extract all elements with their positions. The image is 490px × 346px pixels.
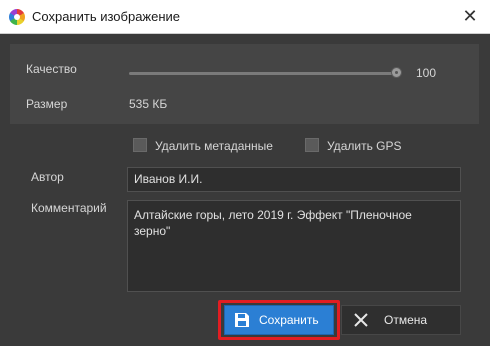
save-button[interactable]: Сохранить	[224, 305, 334, 335]
cancel-button-label: Отмена	[384, 313, 428, 327]
quality-slider-track[interactable]	[129, 72, 399, 75]
color-wheel-icon	[9, 8, 25, 25]
floppy-disk-icon	[233, 311, 251, 329]
author-field[interactable]: Иванов И.И.	[127, 167, 461, 192]
remove-metadata-label[interactable]: Удалить метаданные	[155, 139, 273, 153]
quality-slider-thumb[interactable]	[391, 67, 402, 78]
close-icon[interactable]: ✕	[460, 6, 480, 26]
quality-value: 100	[416, 66, 437, 80]
remove-gps-checkbox[interactable]	[305, 138, 319, 152]
title-bar: Сохранить изображение ✕	[0, 0, 490, 34]
size-label: Размер	[26, 97, 68, 111]
remove-gps-label[interactable]: Удалить GPS	[327, 139, 402, 153]
settings-panel	[10, 44, 479, 124]
close-icon	[352, 311, 370, 329]
quality-label: Качество	[26, 62, 77, 76]
remove-metadata-checkbox[interactable]	[133, 138, 147, 152]
cancel-button[interactable]: Отмена	[341, 305, 461, 335]
window-title: Сохранить изображение	[32, 9, 181, 24]
comment-field[interactable]: Алтайские горы, лето 2019 г. Эффект "Пле…	[127, 200, 461, 292]
comment-label: Комментарий	[31, 201, 107, 215]
size-value: 535 КБ	[129, 97, 168, 111]
save-button-label: Сохранить	[259, 313, 319, 327]
author-label: Автор	[31, 170, 64, 184]
